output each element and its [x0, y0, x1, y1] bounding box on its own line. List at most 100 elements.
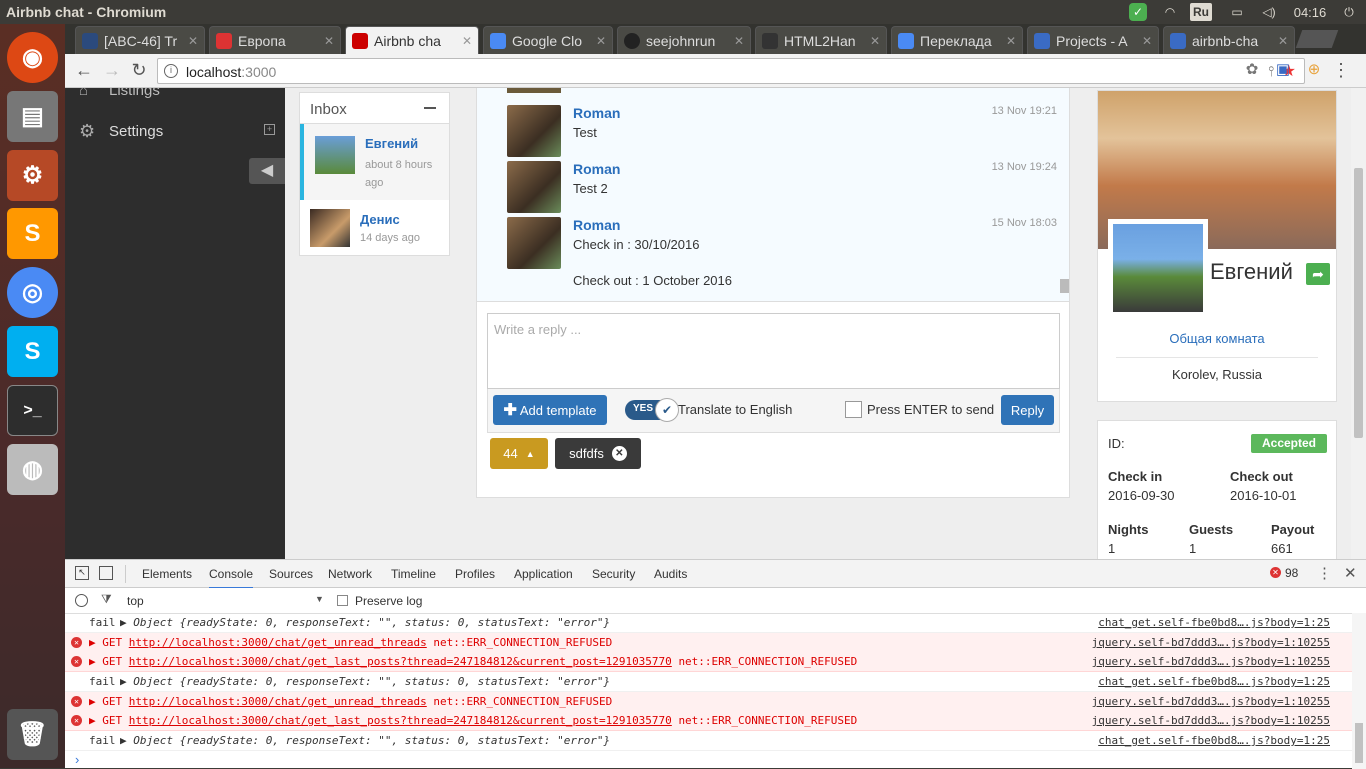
devtools-tab-elements[interactable]: Elements [142, 567, 192, 581]
skype-icon[interactable]: S [7, 326, 58, 377]
close-icon[interactable]: ✕ [462, 34, 472, 48]
minimize-icon[interactable] [424, 107, 436, 109]
new-tab-button[interactable] [1295, 30, 1339, 48]
reply-button[interactable]: Reply [1001, 395, 1054, 425]
count-dropdown[interactable]: 44 ▲ [490, 438, 548, 469]
tab-projects[interactable]: Projects - A ✕ [1027, 26, 1159, 54]
sublime-text-icon[interactable]: S [7, 208, 58, 259]
close-icon[interactable]: ✕ [1278, 34, 1288, 48]
filter-icon[interactable]: ⧩ [101, 592, 112, 607]
tab-airbnb-chat-repo[interactable]: airbnb-cha ✕ [1163, 26, 1295, 54]
clear-console-icon[interactable] [75, 594, 88, 607]
console-prompt[interactable]: › [75, 752, 79, 767]
inspect-icon[interactable]: ↖ [75, 566, 89, 580]
room-type-link[interactable]: Общая комната [1098, 331, 1336, 346]
tab-html2handlebars[interactable]: HTML2Han ✕ [755, 26, 887, 54]
close-icon[interactable]: ✕ [734, 34, 744, 48]
extension-paw-icon[interactable]: ✿ [1241, 60, 1263, 78]
remove-tag-icon[interactable]: ✕ [611, 446, 627, 461]
message-author[interactable]: Roman [573, 217, 620, 233]
devtools-tab-security[interactable]: Security [592, 567, 635, 581]
page-scrollbar[interactable] [1351, 88, 1366, 559]
devtools-tab-network[interactable]: Network [328, 567, 372, 581]
close-icon[interactable]: ✕ [324, 34, 334, 48]
context-select[interactable]: top [127, 594, 144, 608]
trash-icon[interactable]: 🗑 [7, 709, 58, 760]
enter-send-checkbox[interactable] [845, 401, 862, 418]
tab-abc46[interactable]: [ABC-46] Tr ✕ [75, 26, 205, 54]
thread-item[interactable]: Денис 14 days ago [300, 201, 449, 256]
expand-icon[interactable]: + [264, 124, 275, 135]
console-row[interactable]: fail ▶ Object {readyState: 0, responseTex… [65, 672, 1352, 692]
devtools-tab-profiles[interactable]: Profiles [455, 567, 495, 581]
disk-icon[interactable]: ◍ [7, 444, 58, 495]
translate-toggle[interactable]: YES ✔ [625, 398, 679, 422]
power-icon[interactable]: ⏻ [1340, 3, 1358, 21]
wifi-icon[interactable]: ◠ [1160, 3, 1180, 21]
console-row[interactable]: fail ▶ Object {readyState: 0, responseTex… [65, 613, 1352, 633]
tab-google-cloud[interactable]: Google Clo ✕ [483, 26, 613, 54]
menu-icon[interactable]: ⋮ [1330, 60, 1352, 81]
preserve-log-checkbox[interactable] [337, 595, 348, 606]
console-row[interactable]: ✕ ▶ GET http://localhost:3000/chat/get_la… [65, 652, 1352, 672]
files-icon[interactable]: ▤ [7, 91, 58, 142]
sidebar-item-settings[interactable]: Settings [109, 123, 163, 140]
device-mode-icon[interactable] [99, 566, 113, 580]
message-author[interactable]: Roman [573, 161, 620, 177]
message-author[interactable]: Roman [573, 105, 620, 121]
tab-airbnb-chat[interactable]: Airbnb cha ✕ [345, 26, 479, 54]
sidebar-item-listings[interactable]: Listings [109, 88, 160, 99]
extension-cart-icon[interactable]: ⊕ [1303, 60, 1325, 78]
chevron-down-icon[interactable]: ▼ [315, 594, 324, 604]
back-icon[interactable]: ← [73, 60, 95, 81]
devtools-menu-icon[interactable]: ⋮ [1317, 564, 1332, 582]
close-icon[interactable]: ✕ [1344, 564, 1357, 582]
message-list[interactable]: Roman 13 Nov 19:21 Test Roman 13 Nov 19:… [477, 88, 1069, 301]
collapse-sidebar-button[interactable]: ◀ [249, 158, 285, 184]
scrollbar-thumb[interactable] [1354, 168, 1363, 438]
plus-icon: ✚ [503, 402, 517, 419]
reply-textarea[interactable]: Write a reply ... [487, 313, 1060, 389]
info-icon[interactable]: i [164, 64, 178, 78]
status-badge: Accepted [1251, 434, 1327, 453]
error-count[interactable]: 98 [1285, 566, 1298, 580]
volume-icon[interactable]: ◁) [1260, 3, 1278, 21]
share-icon[interactable]: ➦ [1306, 263, 1330, 285]
close-icon[interactable]: ✕ [870, 34, 880, 48]
console-scrollbar[interactable] [1352, 613, 1366, 769]
reload-icon[interactable]: ↻ [128, 60, 150, 81]
terminal-icon[interactable]: >_ [7, 385, 58, 436]
tab-seejohnrun[interactable]: seejohnrun ✕ [617, 26, 751, 54]
devtools-tab-audits[interactable]: Audits [654, 567, 687, 581]
devtools-tab-sources[interactable]: Sources [269, 567, 313, 581]
close-icon[interactable]: ✕ [188, 34, 198, 48]
thread-item[interactable]: Евгений about 8 hours ago [300, 124, 449, 200]
close-icon[interactable]: ✕ [1006, 34, 1016, 48]
clock[interactable]: 04:16 [1290, 3, 1330, 21]
console-row[interactable]: fail ▶ Object {readyState: 0, responseTex… [65, 731, 1352, 751]
battery-icon[interactable]: ▭ [1225, 3, 1249, 21]
message-text: Check in : 30/10/2016 [573, 237, 700, 252]
ubuntu-dash-icon[interactable]: ◉ [7, 32, 58, 83]
console-row[interactable]: ✕ ▶ GET http://localhost:3000/chat/get_un… [65, 692, 1352, 712]
check-icon: ✔ [655, 398, 679, 422]
devtools-tab-timeline[interactable]: Timeline [391, 567, 436, 581]
keyboard-layout-indicator[interactable]: Ru [1190, 3, 1212, 21]
tab-translate[interactable]: Переклада ✕ [891, 26, 1023, 54]
close-icon[interactable]: ✕ [1142, 34, 1152, 48]
console-row[interactable]: ✕ ▶ GET http://localhost:3000/chat/get_un… [65, 633, 1352, 653]
tab-europa[interactable]: Европа ✕ [209, 26, 341, 54]
console-row[interactable]: ✕ ▶ GET http://localhost:3000/chat/get_la… [65, 711, 1352, 731]
system-settings-icon[interactable]: ⚙ [7, 150, 58, 201]
extension-screen-icon[interactable]: ▣ [1272, 60, 1294, 78]
forward-icon[interactable]: → [101, 60, 123, 81]
tag-chip[interactable]: sdfdfs ✕ [555, 438, 641, 469]
address-bar[interactable]: i localhost:3000 ⫯ ★ [157, 58, 1305, 84]
devtools-tab-console[interactable]: Console [209, 567, 254, 589]
add-template-button[interactable]: ✚ Add template [493, 395, 607, 425]
update-icon[interactable]: ✓ [1128, 3, 1148, 21]
chromium-icon[interactable]: ◎ [7, 267, 58, 318]
close-icon[interactable]: ✕ [596, 34, 606, 48]
message-scrollbar[interactable] [1060, 279, 1069, 293]
devtools-tab-application[interactable]: Application [514, 567, 573, 581]
